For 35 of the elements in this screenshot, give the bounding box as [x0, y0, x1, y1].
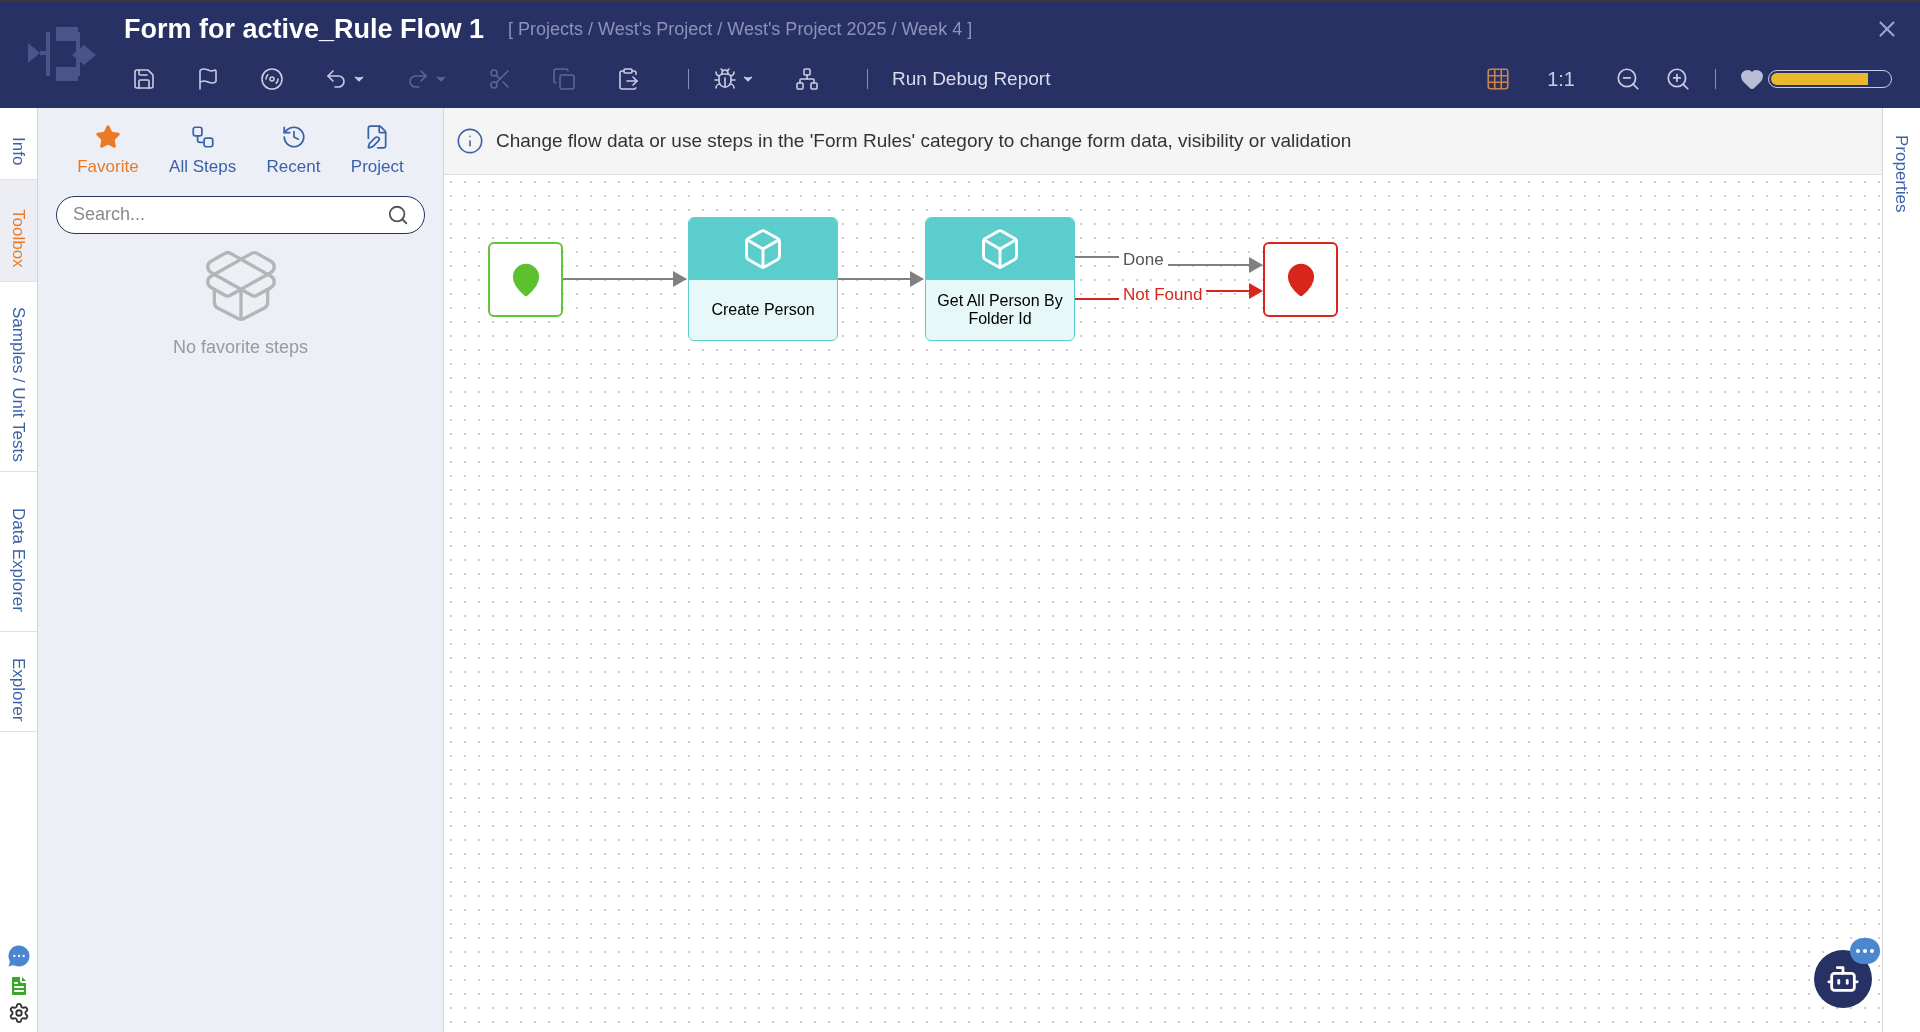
outcome-label: Done: [1119, 250, 1168, 270]
zoom-in-icon: [1665, 66, 1691, 92]
heart-icon: [1740, 67, 1764, 91]
star-icon: [94, 124, 121, 150]
window-title: Form for active_Rule Flow 1: [124, 12, 485, 46]
step-node[interactable]: Create Person: [688, 217, 838, 341]
actual-size-button[interactable]: 1:1: [1547, 64, 1575, 94]
settings-icon[interactable]: [7, 1002, 30, 1024]
grid-icon: [1485, 66, 1512, 92]
side-panel-tab[interactable]: Data Explorer: [0, 472, 37, 632]
step-node[interactable]: Get All Person By Folder Id: [925, 217, 1075, 341]
step-label: Create Person: [711, 301, 815, 319]
grid-toggle-button[interactable]: [1485, 66, 1512, 92]
zoom-in-button[interactable]: [1665, 66, 1691, 92]
info-icon: [456, 127, 484, 155]
step-category-tab[interactable]: Recent: [266, 124, 321, 180]
run-debug-report-button[interactable]: Run Debug Report: [884, 64, 1059, 94]
clock-icon: [280, 124, 307, 150]
step-category-tab[interactable]: Project: [350, 124, 404, 180]
side-panel-tab[interactable]: Properties: [1883, 108, 1920, 228]
empty-message: No favorite steps: [172, 335, 309, 359]
chatbot-button[interactable]: [1814, 950, 1872, 1008]
search-icon: [387, 203, 409, 226]
breadcrumb: [ Projects / West's Project / West's Project 2025 / Week 4 ]: [508, 17, 973, 41]
end-node[interactable]: [1263, 242, 1338, 317]
step-label: Get All Person By Folder Id: [936, 292, 1064, 328]
flow-steps-icon: [189, 124, 216, 150]
search-field[interactable]: Search...: [56, 195, 425, 234]
start-node[interactable]: [488, 242, 563, 317]
step-category-tab[interactable]: All Steps: [169, 124, 237, 180]
info-message: Change flow data or use steps in the 'Form Rules' category to change form data, visibility or validation: [496, 128, 1352, 153]
side-panel-tab[interactable]: Explorer: [0, 632, 37, 732]
zoom-out-icon: [1615, 66, 1641, 92]
side-panel-tab[interactable]: Samples / Unit Tests: [0, 282, 37, 472]
zoom-out-button[interactable]: [1615, 66, 1641, 92]
